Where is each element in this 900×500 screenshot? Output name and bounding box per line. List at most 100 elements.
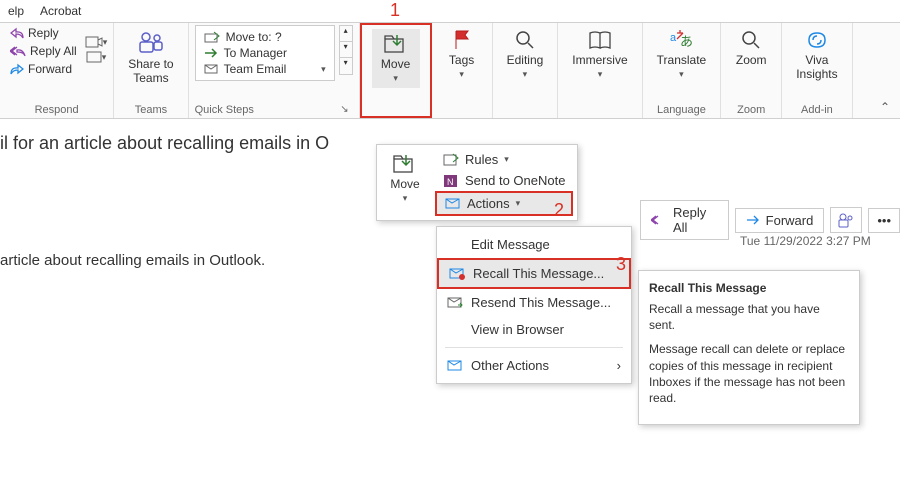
group-immersive: Immersive ▾ [558,23,642,118]
replyall-label-2: Reply All [673,205,718,235]
forward-icon [10,63,24,75]
group-tags: Tags ▾ [432,23,493,118]
tags-button[interactable]: Tags ▾ [438,25,486,84]
group-teams-label: Teams [120,102,181,118]
forward-icon [746,214,760,226]
group-zoom: Zoom Zoom [721,23,782,118]
teams-chat-button[interactable] [830,207,862,233]
move-submenu-button[interactable]: Move ▾ [381,149,429,208]
forward-button[interactable]: Forward [6,61,81,77]
editing-button[interactable]: Editing ▾ [499,25,552,84]
resend-message-label: Resend This Message... [471,295,611,310]
move-folder-icon [392,153,418,175]
actions-label: Actions [467,196,510,211]
reply-all-button[interactable]: Reply All [6,43,81,59]
tooltip-title: Recall This Message [649,281,849,295]
onenote-icon: N [443,174,459,188]
menu-separator [445,347,623,348]
viva-icon [805,29,829,51]
more-actions-button[interactable]: ••• [868,208,900,233]
edit-message-item[interactable]: Edit Message [437,231,631,258]
tags-label: Tags [449,53,474,67]
quickstep-teamemail[interactable]: Team Email ▾ [200,62,330,76]
zoom-button[interactable]: Zoom [727,25,775,71]
ribbon: Reply Reply All Forward ▾ ▾ Respond [0,23,900,119]
share-teams-button[interactable]: Share to Teams [120,25,181,89]
ribbon-tabs: elp Acrobat [0,0,900,23]
viva-button[interactable]: Viva Insights [788,25,845,85]
group-zoom-label: Zoom [727,102,775,118]
send-onenote-button[interactable]: N Send to OneNote [435,170,573,191]
zoom-icon [740,29,762,51]
group-respond: Reply Reply All Forward ▾ ▾ Respond [0,23,114,118]
reply-label: Reply [28,26,59,40]
group-move-label [362,112,430,116]
more-respond-icon[interactable]: ▾ [86,51,107,63]
tooltip-p2: Message recall can delete or replace cop… [649,341,849,406]
edit-message-label: Edit Message [471,237,550,252]
move-submenu-label: Move [390,177,419,191]
group-addin: Viva Insights Add-in [782,23,852,118]
rules-button[interactable]: Rules ▾ [435,149,573,170]
group-language-label: Language [649,102,715,118]
translate-button[interactable]: aあ Translate ▾ [649,25,715,84]
group-teams: Share to Teams Teams [114,23,188,118]
expand-icon[interactable]: ▾ [340,58,352,74]
other-actions-label: Other Actions [471,358,549,373]
search-icon [514,29,536,51]
replyall-button-2[interactable]: Reply All [640,200,729,240]
other-actions-icon [447,360,463,372]
quickstep-moveto[interactable]: Move to: ? [200,30,330,44]
quickstep-moveto-label: Move to: ? [226,30,282,44]
quickstep-tomanager-label: To Manager [224,46,287,60]
collapse-ribbon-icon[interactable]: ⌃ [880,100,890,114]
actions-submenu: Edit Message Recall This Message... Rese… [436,226,632,384]
annotation-3: 3 [616,254,626,275]
svg-text:あ: あ [680,34,693,49]
group-move: Move ▾ [360,23,432,118]
group-quicksteps-label: Quick Steps [195,104,254,116]
recall-tooltip: Recall This Message Recall a message tha… [638,270,860,425]
recall-message-label: Recall This Message... [473,266,604,281]
chevron-down-icon: ▾ [516,198,521,209]
editing-label: Editing [507,53,544,67]
dialog-launcher-icon[interactable]: ↘ [340,104,352,116]
rules-label: Rules [465,152,498,167]
svg-text:N: N [447,177,454,187]
recall-icon [449,268,465,280]
forward-label: Forward [28,62,72,76]
quickstep-tomanager[interactable]: To Manager [200,46,330,60]
actions-button[interactable]: Actions ▾ [435,191,573,216]
forward-button-2[interactable]: Forward [735,208,825,233]
viva-label: Viva Insights [796,53,837,81]
immersive-button[interactable]: Immersive ▾ [564,25,635,84]
forward-label-2: Forward [766,213,814,228]
group-quicksteps: Move to: ? To Manager Team Email ▾ ▴ ▾ ▾… [189,23,360,118]
tab-help[interactable]: elp [8,4,24,18]
reply-button[interactable]: Reply [6,25,81,41]
meeting-icon[interactable]: ▾ [85,35,108,49]
view-browser-label: View in Browser [471,322,564,337]
resend-message-item[interactable]: Resend This Message... [437,289,631,316]
other-actions-item[interactable]: Other Actions › [437,352,631,379]
teams-icon [137,29,165,55]
chevron-down-icon: ▾ [393,73,398,84]
scroll-down-icon[interactable]: ▾ [340,42,352,58]
annotation-1: 1 [390,0,400,21]
svg-text:a: a [670,32,677,44]
recall-message-item[interactable]: Recall This Message... [437,258,631,289]
rules-icon [443,153,459,167]
chevron-down-icon: ▾ [679,69,684,80]
tab-acrobat[interactable]: Acrobat [40,4,81,18]
move-button[interactable]: Move ▾ [372,29,420,88]
scroll-up-icon[interactable]: ▴ [340,26,352,42]
view-browser-item[interactable]: View in Browser [437,316,631,343]
chevron-down-icon: ▾ [403,193,408,204]
reply-all-icon [651,214,667,226]
teams-icon [837,212,855,228]
translate-icon: aあ [668,29,694,51]
group-respond-label: Respond [6,102,107,118]
quicksteps-gallery-controls[interactable]: ▴ ▾ ▾ [339,25,353,75]
reply-icon [10,27,24,39]
move-dropdown: Move ▾ Rules ▾ N Send to OneNote Actions… [376,144,578,221]
